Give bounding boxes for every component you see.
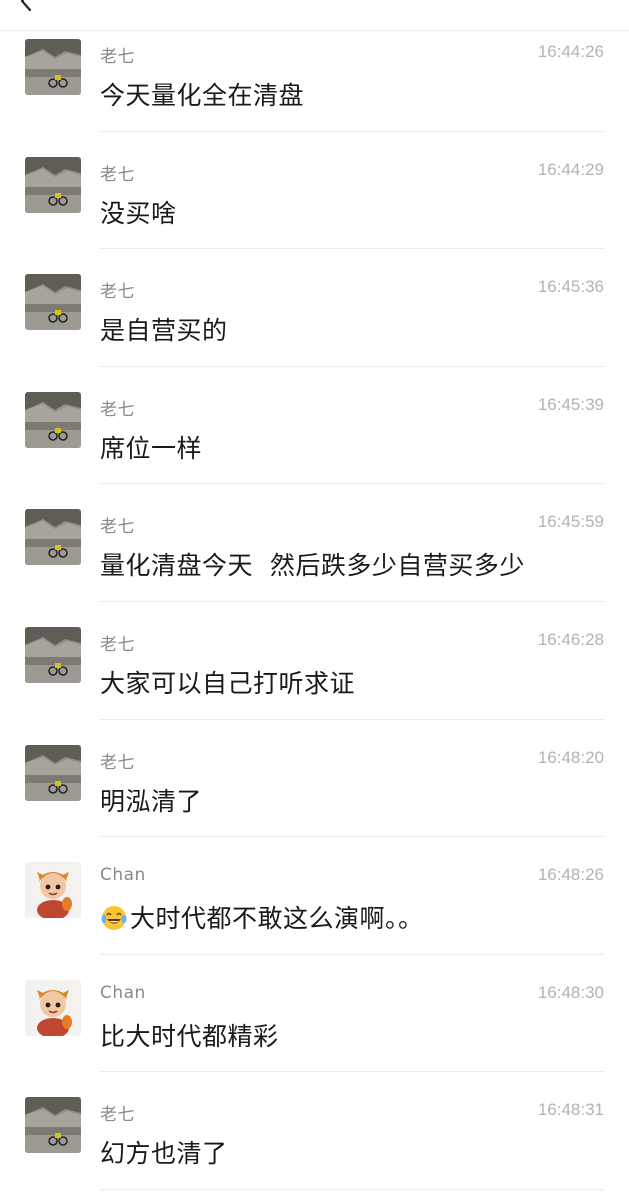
message-text: 没买啥 bbox=[100, 198, 177, 228]
message-time: 16:45:36 bbox=[537, 277, 604, 297]
avatar[interactable] bbox=[25, 979, 81, 1036]
avatar[interactable] bbox=[25, 391, 81, 448]
landscape-cyclist-avatar bbox=[25, 39, 81, 95]
message-time: 16:44:29 bbox=[537, 159, 604, 179]
sender-name: 老七 bbox=[100, 399, 135, 420]
message-text: 是自营买的 bbox=[100, 316, 228, 346]
sender-name: 老七 bbox=[100, 164, 135, 185]
message-item[interactable]: 老七 16:44:29 没买啥 bbox=[0, 132, 629, 250]
message-time: 16:48:30 bbox=[537, 982, 604, 1002]
sender-name: 老七 bbox=[100, 282, 135, 303]
message-time: 16:44:26 bbox=[537, 42, 604, 61]
message-time: 16:48:20 bbox=[537, 747, 604, 767]
landscape-cyclist-avatar bbox=[25, 391, 81, 448]
divider bbox=[100, 1188, 604, 1190]
avatar[interactable] bbox=[25, 509, 81, 566]
message-item[interactable]: 老七 16:48:31 幻方也清了 bbox=[0, 1072, 629, 1190]
sender-name: 老七 bbox=[100, 1105, 135, 1126]
cartoon-character-avatar bbox=[25, 862, 81, 919]
message-text: 幻方也清了 bbox=[100, 1139, 228, 1169]
sender-name: 老七 bbox=[100, 634, 135, 655]
sender-name: 老七 bbox=[100, 47, 135, 67]
sender-name: 老七 bbox=[100, 752, 135, 773]
message-item[interactable]: 老七 16:45:36 是自营买的 bbox=[0, 249, 629, 367]
message-text-content: 大时代都不敢这么演啊。。 bbox=[130, 904, 424, 934]
message-text: 比大时代都精彩 bbox=[100, 1021, 279, 1051]
landscape-cyclist-avatar bbox=[25, 509, 81, 566]
message-text: 今天量化全在清盘 bbox=[100, 81, 305, 110]
landscape-cyclist-avatar bbox=[25, 626, 81, 683]
landscape-cyclist-avatar bbox=[25, 1097, 81, 1154]
message-text: 大时代都不敢这么演啊。。 bbox=[100, 899, 604, 935]
message-text: 量化清盘今天 然后跌多少自营买多少 bbox=[100, 551, 525, 581]
message-text: 明泓清了 bbox=[100, 786, 203, 816]
tears-of-joy-icon bbox=[101, 906, 127, 931]
landscape-cyclist-avatar bbox=[25, 156, 81, 213]
sender-name: Chan bbox=[100, 865, 146, 886]
message-time: 16:45:39 bbox=[537, 394, 604, 414]
landscape-cyclist-avatar bbox=[25, 744, 81, 801]
avatar[interactable] bbox=[25, 744, 81, 801]
message-text: 大家可以自己打听求证 bbox=[100, 668, 356, 698]
sender-name: Chan bbox=[100, 982, 146, 1003]
message-time: 16:46:28 bbox=[537, 629, 604, 649]
avatar[interactable] bbox=[25, 1097, 81, 1154]
chevron-left-icon[interactable] bbox=[14, 0, 40, 14]
message-item[interactable]: 老七 16:46:28 大家可以自己打听求证 bbox=[0, 602, 629, 720]
message-text: 席位一样 bbox=[100, 433, 203, 463]
message-time: 16:48:26 bbox=[537, 865, 604, 885]
message-item[interactable]: 老七 16:44:26 今天量化全在清盘 bbox=[0, 14, 629, 132]
message-item[interactable]: Chan 16:48:30 比大时代都精彩 bbox=[0, 955, 629, 1073]
message-item[interactable]: Chan 16:48:26 大时代都不敢这么演啊。。 bbox=[0, 837, 629, 955]
landscape-cyclist-avatar bbox=[25, 274, 81, 331]
message-list: 老七 16:44:26 今天量化全在清盘 老七 16:44:29 没买啥 老七 … bbox=[0, 14, 629, 1190]
message-item[interactable]: 老七 16:45:39 席位一样 bbox=[0, 367, 629, 485]
avatar[interactable] bbox=[25, 862, 81, 919]
message-time: 16:45:59 bbox=[537, 512, 604, 532]
message-item[interactable]: 老七 16:45:59 量化清盘今天 然后跌多少自营买多少 bbox=[0, 484, 629, 602]
avatar[interactable] bbox=[25, 39, 81, 95]
avatar[interactable] bbox=[25, 626, 81, 683]
avatar[interactable] bbox=[25, 156, 81, 213]
cartoon-character-avatar bbox=[25, 979, 81, 1036]
message-time: 16:48:31 bbox=[537, 1100, 604, 1120]
sender-name: 老七 bbox=[100, 517, 135, 538]
avatar[interactable] bbox=[25, 274, 81, 331]
message-item[interactable]: 老七 16:48:20 明泓清了 bbox=[0, 720, 629, 838]
